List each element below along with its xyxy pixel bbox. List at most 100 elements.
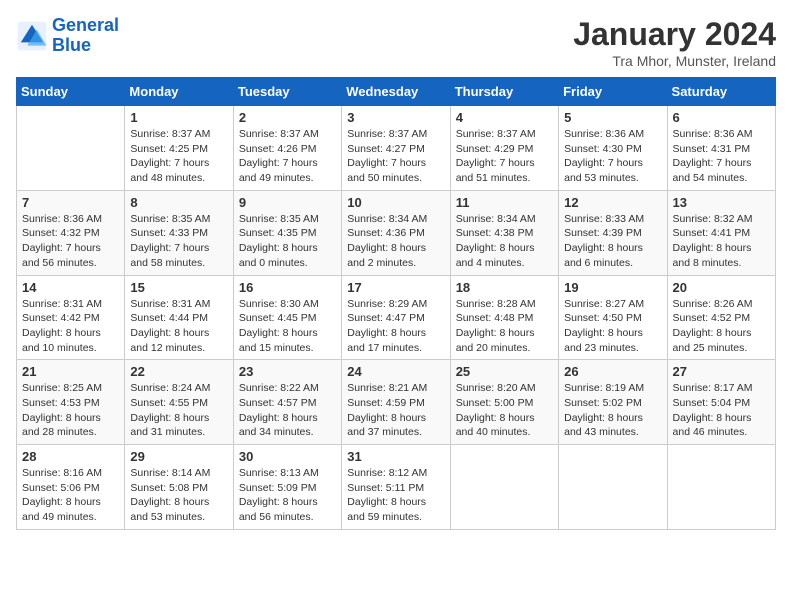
day-number: 27 [673, 364, 770, 379]
day-info: Sunrise: 8:35 AM Sunset: 4:33 PM Dayligh… [130, 212, 227, 271]
calendar-cell: 12 Sunrise: 8:33 AM Sunset: 4:39 PM Dayli… [559, 190, 667, 275]
day-number: 17 [347, 280, 444, 295]
calendar-cell: 29Sunrise: 8:14 AM Sunset: 5:08 PM Dayli… [125, 445, 233, 530]
calendar-cell: 28Sunrise: 8:16 AM Sunset: 5:06 PM Dayli… [17, 445, 125, 530]
calendar-cell: 8Sunrise: 8:35 AM Sunset: 4:33 PM Daylig… [125, 190, 233, 275]
day-info: Sunrise: 8:21 AM Sunset: 4:59 PM Dayligh… [347, 381, 444, 440]
day-number: 9 [239, 195, 336, 210]
calendar-cell: 16 Sunrise: 8:30 AM Sunset: 4:45 PM Dayli… [233, 275, 341, 360]
calendar-week-3: 14Sunrise: 8:31 AM Sunset: 4:42 PM Dayli… [17, 275, 776, 360]
calendar-cell: 13 Sunrise: 8:32 AM Sunset: 4:41 PM Dayli… [667, 190, 775, 275]
day-number: 29 [130, 449, 227, 464]
day-number: 24 [347, 364, 444, 379]
calendar-cell: 4Sunrise: 8:37 AM Sunset: 4:29 PM Daylig… [450, 106, 558, 191]
page-header: General Blue January 2024 Tra Mhor, Muns… [16, 16, 776, 69]
day-info: Sunrise: 8:36 AM Sunset: 4:31 PM Dayligh… [673, 127, 770, 186]
day-info: Sunrise: 8:34 AM Sunset: 4:36 PM Dayligh… [347, 212, 444, 271]
day-number: 2 [239, 110, 336, 125]
day-number: 25 [456, 364, 553, 379]
day-number: 12 [564, 195, 661, 210]
day-number: 23 [239, 364, 336, 379]
day-number: 11 [456, 195, 553, 210]
day-info: Sunrise: 8:32 AM Sunset: 4:41 PM Dayligh… [673, 212, 770, 271]
day-number: 4 [456, 110, 553, 125]
calendar-cell: 19 Sunrise: 8:27 AM Sunset: 4:50 PM Dayli… [559, 275, 667, 360]
calendar-cell: 5 Sunrise: 8:36 AM Sunset: 4:30 PM Daylig… [559, 106, 667, 191]
calendar-cell [450, 445, 558, 530]
calendar-week-4: 21 Sunrise: 8:25 AM Sunset: 4:53 PM Dayli… [17, 360, 776, 445]
calendar-cell: 23 Sunrise: 8:22 AM Sunset: 4:57 PM Dayli… [233, 360, 341, 445]
calendar-cell [559, 445, 667, 530]
day-info: Sunrise: 8:24 AM Sunset: 4:55 PM Dayligh… [130, 381, 227, 440]
header-cell-monday: Monday [125, 78, 233, 106]
day-info: Sunrise: 8:13 AM Sunset: 5:09 PM Dayligh… [239, 466, 336, 525]
calendar-body: 1 Sunrise: 8:37 AM Sunset: 4:25 PM Daylig… [17, 106, 776, 530]
day-info: Sunrise: 8:20 AM Sunset: 5:00 PM Dayligh… [456, 381, 553, 440]
day-info: Sunrise: 8:37 AM Sunset: 4:26 PM Dayligh… [239, 127, 336, 186]
calendar-cell: 2 Sunrise: 8:37 AM Sunset: 4:26 PM Daylig… [233, 106, 341, 191]
day-info: Sunrise: 8:22 AM Sunset: 4:57 PM Dayligh… [239, 381, 336, 440]
calendar-cell: 27Sunrise: 8:17 AM Sunset: 5:04 PM Dayli… [667, 360, 775, 445]
day-info: Sunrise: 8:35 AM Sunset: 4:35 PM Dayligh… [239, 212, 336, 271]
calendar-week-5: 28Sunrise: 8:16 AM Sunset: 5:06 PM Dayli… [17, 445, 776, 530]
calendar-header: SundayMondayTuesdayWednesdayThursdayFrid… [17, 78, 776, 106]
calendar-cell: 6 Sunrise: 8:36 AM Sunset: 4:31 PM Daylig… [667, 106, 775, 191]
calendar-cell: 18Sunrise: 8:28 AM Sunset: 4:48 PM Dayli… [450, 275, 558, 360]
header-cell-sunday: Sunday [17, 78, 125, 106]
calendar-cell: 14Sunrise: 8:31 AM Sunset: 4:42 PM Dayli… [17, 275, 125, 360]
day-info: Sunrise: 8:37 AM Sunset: 4:27 PM Dayligh… [347, 127, 444, 186]
day-number: 22 [130, 364, 227, 379]
calendar-week-1: 1 Sunrise: 8:37 AM Sunset: 4:25 PM Daylig… [17, 106, 776, 191]
day-info: Sunrise: 8:36 AM Sunset: 4:30 PM Dayligh… [564, 127, 661, 186]
calendar-cell: 21 Sunrise: 8:25 AM Sunset: 4:53 PM Dayli… [17, 360, 125, 445]
calendar-cell: 10Sunrise: 8:34 AM Sunset: 4:36 PM Dayli… [342, 190, 450, 275]
day-number: 19 [564, 280, 661, 295]
calendar-cell [17, 106, 125, 191]
calendar-title: January 2024 [573, 16, 776, 53]
calendar-table: SundayMondayTuesdayWednesdayThursdayFrid… [16, 77, 776, 530]
day-info: Sunrise: 8:34 AM Sunset: 4:38 PM Dayligh… [456, 212, 553, 271]
logo-text: General Blue [52, 16, 119, 56]
day-number: 21 [22, 364, 119, 379]
day-info: Sunrise: 8:30 AM Sunset: 4:45 PM Dayligh… [239, 297, 336, 356]
day-number: 16 [239, 280, 336, 295]
day-info: Sunrise: 8:31 AM Sunset: 4:44 PM Dayligh… [130, 297, 227, 356]
day-info: Sunrise: 8:33 AM Sunset: 4:39 PM Dayligh… [564, 212, 661, 271]
logo: General Blue [16, 16, 119, 56]
title-block: January 2024 Tra Mhor, Munster, Ireland [573, 16, 776, 69]
day-number: 26 [564, 364, 661, 379]
calendar-cell: 17 Sunrise: 8:29 AM Sunset: 4:47 PM Dayli… [342, 275, 450, 360]
calendar-cell: 3 Sunrise: 8:37 AM Sunset: 4:27 PM Daylig… [342, 106, 450, 191]
calendar-cell: 22 Sunrise: 8:24 AM Sunset: 4:55 PM Dayli… [125, 360, 233, 445]
day-number: 7 [22, 195, 119, 210]
day-number: 1 [130, 110, 227, 125]
calendar-cell: 31Sunrise: 8:12 AM Sunset: 5:11 PM Dayli… [342, 445, 450, 530]
day-info: Sunrise: 8:12 AM Sunset: 5:11 PM Dayligh… [347, 466, 444, 525]
day-number: 20 [673, 280, 770, 295]
logo-line2: Blue [52, 35, 91, 55]
day-info: Sunrise: 8:16 AM Sunset: 5:06 PM Dayligh… [22, 466, 119, 525]
header-cell-saturday: Saturday [667, 78, 775, 106]
header-row: SundayMondayTuesdayWednesdayThursdayFrid… [17, 78, 776, 106]
day-info: Sunrise: 8:25 AM Sunset: 4:53 PM Dayligh… [22, 381, 119, 440]
day-number: 18 [456, 280, 553, 295]
calendar-cell: 15 Sunrise: 8:31 AM Sunset: 4:44 PM Dayli… [125, 275, 233, 360]
day-info: Sunrise: 8:29 AM Sunset: 4:47 PM Dayligh… [347, 297, 444, 356]
day-info: Sunrise: 8:27 AM Sunset: 4:50 PM Dayligh… [564, 297, 661, 356]
day-info: Sunrise: 8:37 AM Sunset: 4:25 PM Dayligh… [130, 127, 227, 186]
calendar-cell: 25 Sunrise: 8:20 AM Sunset: 5:00 PM Dayli… [450, 360, 558, 445]
day-number: 6 [673, 110, 770, 125]
calendar-week-2: 7 Sunrise: 8:36 AM Sunset: 4:32 PM Daylig… [17, 190, 776, 275]
day-number: 3 [347, 110, 444, 125]
day-number: 15 [130, 280, 227, 295]
calendar-subtitle: Tra Mhor, Munster, Ireland [573, 53, 776, 69]
day-info: Sunrise: 8:31 AM Sunset: 4:42 PM Dayligh… [22, 297, 119, 356]
day-info: Sunrise: 8:19 AM Sunset: 5:02 PM Dayligh… [564, 381, 661, 440]
calendar-cell: 26 Sunrise: 8:19 AM Sunset: 5:02 PM Dayli… [559, 360, 667, 445]
logo-icon [16, 20, 48, 52]
header-cell-wednesday: Wednesday [342, 78, 450, 106]
day-number: 5 [564, 110, 661, 125]
day-info: Sunrise: 8:36 AM Sunset: 4:32 PM Dayligh… [22, 212, 119, 271]
logo-line1: General [52, 15, 119, 35]
day-number: 13 [673, 195, 770, 210]
